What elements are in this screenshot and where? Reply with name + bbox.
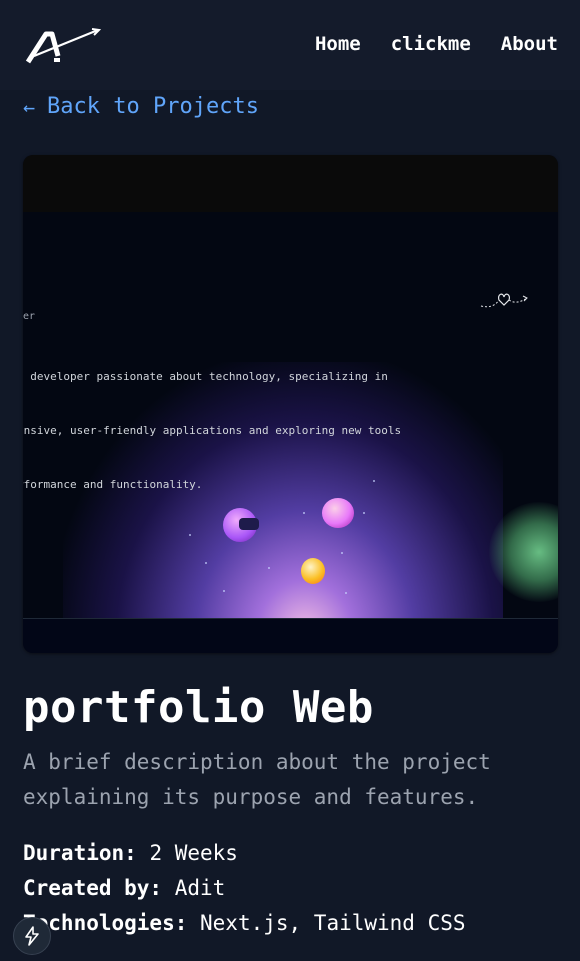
star-dot	[341, 552, 343, 554]
created-by-value: Adit	[174, 876, 226, 900]
preview-bottom-bar	[23, 618, 558, 653]
project-meta: Duration: 2 Weeks Created by: Adit Techn…	[23, 836, 466, 941]
nav-clickme-link[interactable]: clickme	[391, 33, 471, 55]
pink-duck-icon	[322, 498, 354, 528]
technologies-value: Next.js, Tailwind CSS	[200, 911, 466, 935]
nav-about-link[interactable]: About	[501, 33, 558, 55]
back-to-projects-link[interactable]: ← Back to Projects	[23, 94, 259, 119]
preview-top-bar	[23, 155, 558, 212]
star-dot	[189, 534, 191, 536]
star-dot	[223, 590, 225, 592]
star-dot	[268, 567, 270, 569]
yellow-duck-icon	[301, 558, 325, 584]
back-link-label: Back to Projects	[47, 94, 259, 119]
created-by-row: Created by: Adit	[23, 871, 466, 906]
star-dot	[205, 562, 207, 564]
project-detail-page: Home clickme About ← Back to Projects pe…	[0, 0, 580, 961]
site-header: Home clickme About	[0, 0, 580, 90]
star-dot	[363, 512, 365, 514]
duration-row: Duration: 2 Weeks	[23, 836, 466, 871]
arrow-left-icon: ←	[23, 94, 36, 119]
lightning-bolt-icon	[25, 926, 39, 946]
preview-line: e developer passionate about technology,…	[23, 370, 388, 383]
preview-line: rformance and functionality.	[23, 478, 203, 491]
project-description: A brief description about the project ex…	[23, 750, 491, 809]
logo-icon[interactable]	[24, 26, 102, 66]
dev-tools-badge[interactable]	[13, 917, 51, 955]
preview-intro-text: per e developer passionate about technol…	[23, 272, 401, 530]
technologies-row: Technologies: Next.js, Tailwind CSS	[23, 906, 466, 941]
duration-value: 2 Weeks	[149, 841, 238, 865]
star-dot	[345, 592, 347, 594]
star-dot	[373, 480, 375, 482]
preview-role-text: per	[23, 311, 36, 322]
project-preview-image: per e developer passionate about technol…	[23, 155, 558, 653]
star-dot	[303, 512, 305, 514]
created-by-label: Created by:	[23, 876, 175, 900]
heart-doodle-icon	[480, 293, 528, 308]
duration-label: Duration:	[23, 841, 150, 865]
preview-body: per e developer passionate about technol…	[23, 212, 558, 618]
main-nav: Home clickme About	[315, 33, 558, 55]
preview-line: onsive, user-friendly applications and e…	[23, 424, 402, 437]
project-title: portfolio Web	[23, 682, 374, 733]
vr-goggles-icon	[239, 518, 259, 530]
nav-home-link[interactable]: Home	[315, 33, 361, 55]
